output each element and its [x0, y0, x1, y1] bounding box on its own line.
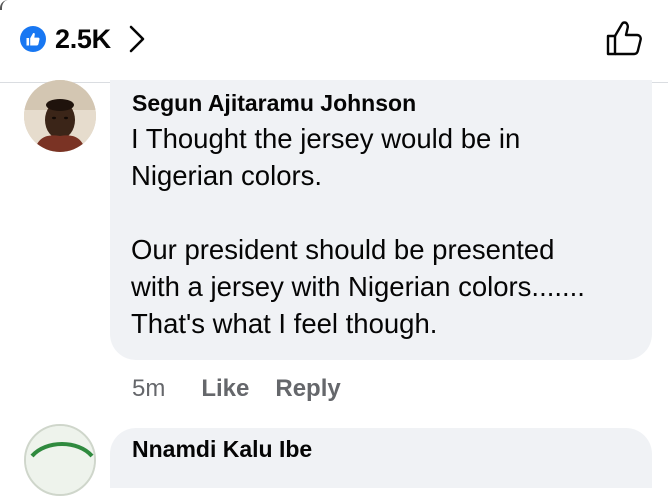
reaction-count: 2.5K	[55, 23, 111, 54]
avatar[interactable]	[24, 80, 96, 152]
next-comment-avatar[interactable]	[24, 424, 96, 496]
next-comment-bubble: Nnamdi Kalu Ibe	[110, 428, 652, 488]
comment-bubble: Segun Ajitaramu Johnson I Thought the je…	[110, 80, 652, 360]
reply-button[interactable]: Reply	[275, 375, 340, 403]
comment-paragraph: I Thought the jersey would be in Nigeria…	[131, 123, 521, 191]
comment-actions: 5m Like Reply	[132, 372, 341, 406]
comment-paragraph: Our president should be presented with a…	[131, 234, 585, 339]
comment-author[interactable]: Segun Ajitaramu Johnson	[132, 90, 416, 117]
like-button[interactable]: Like	[201, 375, 249, 403]
chevron-right-icon	[129, 25, 145, 53]
next-comment-author[interactable]: Nnamdi Kalu Ibe	[132, 436, 312, 463]
comment-text: I Thought the jersey would be in Nigeria…	[131, 120, 643, 342]
like-outline-icon[interactable]	[604, 19, 644, 59]
reactions-summary[interactable]: 2.5K	[20, 21, 145, 57]
reactions-header: 2.5K	[0, 0, 668, 82]
comment-timestamp[interactable]: 5m	[132, 375, 165, 403]
like-badge-icon	[20, 26, 46, 52]
